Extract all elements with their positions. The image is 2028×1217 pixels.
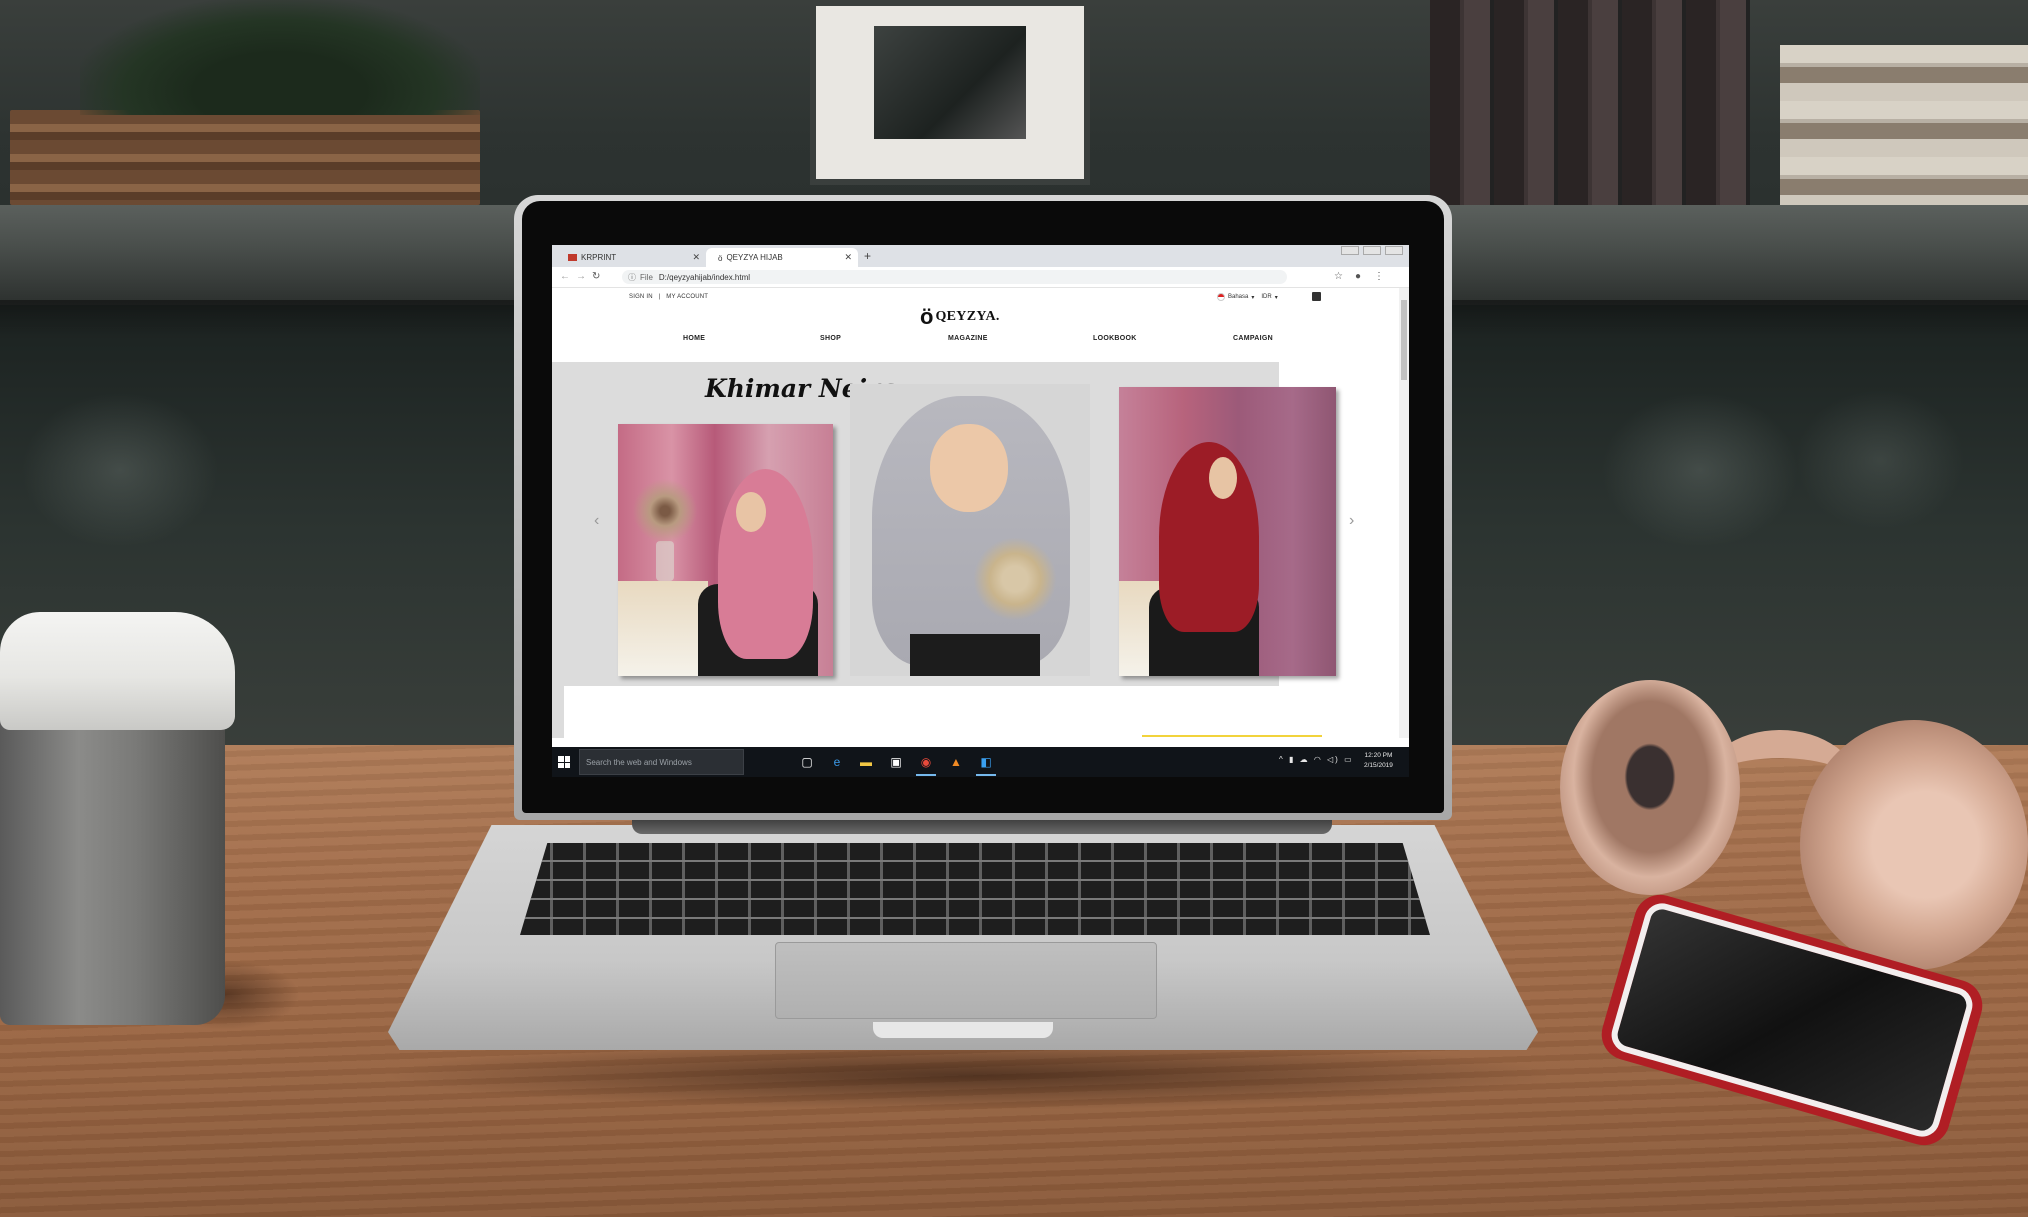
logo-text: QEYZYA. — [935, 309, 1000, 324]
hero-carousel: Khimar Neira ‹ — [552, 362, 1336, 738]
restore-button[interactable] — [1363, 246, 1381, 255]
minimize-button[interactable] — [1341, 246, 1359, 255]
chrome-icon[interactable]: ◉ — [919, 755, 933, 769]
close-icon[interactable]: ✕ — [844, 252, 852, 263]
carousel-next-arrow[interactable]: › — [1349, 512, 1354, 530]
address-protocol: File — [640, 272, 653, 282]
nav-shop[interactable]: SHOP — [820, 335, 841, 342]
clock-time: 12:20 PM — [1364, 752, 1393, 759]
store-icon[interactable]: ▣ — [889, 755, 903, 769]
coffee-cup-lid — [0, 612, 235, 730]
windows-taskbar: Search the web and Windows ▢ e ▬ ▣ ◉ ▲ ◧… — [552, 747, 1409, 777]
system-tray-icons[interactable]: ^ ▮ ☁ ◠ ◁) ▭ — [1279, 755, 1354, 764]
browser-toolbar: ← → ↻ ⓘ File D:/qeyzyahijab/index.html ☆… — [552, 267, 1409, 288]
reload-icon[interactable]: ↻ — [592, 271, 600, 282]
file-explorer-icon[interactable]: ▬ — [859, 755, 873, 769]
tab-label: QEYZYA HIJAB — [726, 253, 783, 262]
currency-label[interactable]: IDR — [1261, 294, 1271, 300]
sign-in-link[interactable]: SIGN IN — [629, 294, 653, 300]
content-below-hero — [564, 686, 1399, 738]
browser-tab-bar: KRPRINT ✕ ö QEYZYA HIJAB ✕ + — [552, 245, 1409, 267]
headphones-ear-cup-2 — [1800, 720, 2028, 970]
task-view-icon[interactable]: ▢ — [800, 755, 814, 769]
krprint-favicon-icon — [568, 254, 577, 261]
carousel-prev-arrow[interactable]: ‹ — [594, 512, 599, 530]
new-tab-button[interactable]: + — [864, 249, 871, 263]
taskbar-clock[interactable]: 12:20 PM 2/15/2019 — [1364, 751, 1393, 771]
model-face — [736, 492, 766, 532]
site-logo[interactable]: ö QEYZYA. — [920, 306, 1000, 328]
vlc-icon[interactable]: ▲ — [949, 755, 963, 769]
model-body — [910, 634, 1040, 676]
background-book-stack — [1780, 45, 2028, 215]
language-currency-selector[interactable]: Bahasa ▾ IDR ▾ — [1217, 293, 1278, 301]
tab-qeyzya-hijab[interactable]: ö QEYZYA HIJAB ✕ — [706, 248, 858, 267]
pink-hijab — [718, 469, 813, 659]
clock-date: 2/15/2019 — [1364, 762, 1393, 769]
windows-start-icon[interactable] — [558, 756, 570, 768]
profile-icon[interactable]: ● — [1355, 271, 1361, 282]
chevron-down-icon: ▾ — [1274, 294, 1278, 301]
menu-icon[interactable]: ⋮ — [1374, 271, 1384, 282]
coffee-cup — [0, 720, 225, 1025]
indonesia-flag-icon — [1217, 293, 1225, 301]
cart-icon[interactable] — [1312, 292, 1321, 301]
main-navigation: HOME SHOP MAGAZINE LOOKBOOK CAMPAIGN — [552, 335, 1399, 349]
dried-flowers — [970, 534, 1060, 624]
model-face — [930, 424, 1008, 512]
background-picture-frame — [810, 0, 1090, 185]
laptop-notch — [873, 1022, 1053, 1038]
window-controls — [1341, 246, 1403, 255]
account-links: SIGN IN | MY ACCOUNT — [629, 294, 708, 300]
address-bar[interactable]: ⓘ File D:/qeyzyahijab/index.html — [622, 270, 1287, 284]
photo-vase — [656, 541, 674, 581]
tab-label: KRPRINT — [581, 253, 617, 262]
star-icon[interactable]: ☆ — [1334, 271, 1343, 282]
my-account-link[interactable]: MY ACCOUNT — [666, 294, 708, 300]
tab-krprint[interactable]: KRPRINT ✕ — [556, 248, 706, 267]
product-photo-pink-khimar[interactable] — [618, 424, 833, 676]
photo-flowers — [630, 476, 700, 546]
back-arrow-icon[interactable]: ← — [560, 271, 570, 282]
model-face — [1209, 457, 1237, 499]
product-photo-maroon-khimar[interactable] — [1119, 387, 1336, 676]
nav-magazine[interactable]: MAGAZINE — [948, 335, 988, 342]
vscode-icon[interactable]: ◧ — [979, 755, 993, 769]
background-books — [1430, 0, 1750, 210]
nav-lookbook[interactable]: LOOKBOOK — [1093, 335, 1137, 342]
nav-home[interactable]: HOME — [683, 335, 705, 342]
forward-arrow-icon[interactable]: → — [576, 271, 586, 282]
edge-icon[interactable]: e — [830, 755, 844, 769]
close-window-button[interactable] — [1385, 246, 1403, 255]
headphones-ear-cup — [1560, 680, 1740, 895]
keyboard-rows — [520, 843, 1430, 935]
logo-mark-icon: ö — [920, 304, 934, 329]
accent-line — [1142, 735, 1322, 737]
language-label[interactable]: Bahasa — [1228, 294, 1248, 300]
info-icon[interactable]: ⓘ — [628, 272, 636, 283]
qeyzya-favicon-icon: ö — [718, 254, 723, 263]
chrome-active-indicator — [916, 774, 936, 776]
vscode-active-indicator — [976, 774, 996, 776]
scrollbar-thumb[interactable] — [1401, 300, 1407, 380]
close-icon[interactable]: ✕ — [692, 252, 700, 263]
background-planter — [10, 110, 480, 205]
address-url: D:/qeyzyahijab/index.html — [658, 272, 751, 282]
frame-photo — [874, 26, 1026, 139]
taskbar-search-input[interactable]: Search the web and Windows — [579, 749, 744, 775]
photo-table — [618, 581, 708, 676]
background-plant — [80, 0, 480, 115]
laptop-screen: KRPRINT ✕ ö QEYZYA HIJAB ✕ + ← → ↻ ⓘ Fil… — [552, 245, 1409, 777]
laptop-trackpad — [775, 942, 1157, 1019]
separator: | — [658, 294, 661, 300]
product-photo-grey-khimar[interactable] — [850, 384, 1090, 676]
laptop-shadow — [380, 1040, 1560, 1110]
nav-campaign[interactable]: CAMPAIGN — [1233, 335, 1273, 342]
web-page: SIGN IN | MY ACCOUNT Bahasa ▾ IDR ▾ ö QE… — [552, 288, 1399, 738]
chevron-down-icon: ▾ — [1251, 294, 1255, 301]
